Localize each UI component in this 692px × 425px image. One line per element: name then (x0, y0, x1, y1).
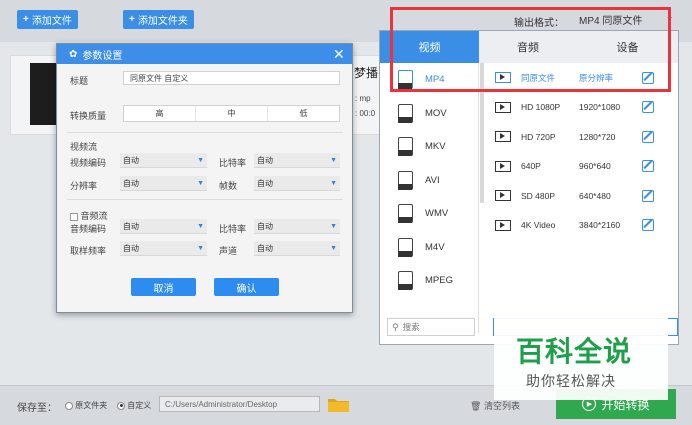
resolution-row[interactable]: HD 720P 1280*720 (484, 122, 679, 152)
video-file-icon (398, 103, 413, 123)
search-input[interactable]: ⚲ 搜索 (387, 318, 475, 336)
dialog-titlebar: ✿ 参数设置 (57, 44, 352, 64)
quality-high[interactable]: 高 (124, 106, 196, 121)
highlight-box (390, 7, 671, 92)
chevron-down-icon: ▼ (197, 156, 204, 164)
audio-codec-select[interactable]: 自动 ▼ (120, 219, 207, 234)
video-thumbnail (30, 63, 58, 125)
resolution-row[interactable]: SD 480P 640*480 (484, 181, 679, 211)
video-icon (495, 190, 511, 202)
radio-source[interactable] (65, 401, 73, 410)
video-icon (495, 219, 511, 231)
chevron-down-icon: ▼ (330, 179, 337, 187)
close-icon[interactable]: ✕ (333, 46, 345, 63)
chevron-down-icon: ▼ (330, 156, 337, 164)
resolution-row[interactable]: 640P 960*640 (484, 152, 679, 182)
video-codec-select[interactable]: 自动 ▼ (120, 153, 207, 168)
edit-icon[interactable] (642, 219, 654, 232)
video-file-icon (398, 170, 413, 190)
source-folder-option[interactable]: 原文件夹 (65, 400, 107, 411)
gear-icon: ✿ (69, 48, 78, 60)
cancel-button[interactable]: 取消 (131, 278, 196, 296)
samplerate-label: 取样频率 (70, 246, 107, 256)
watermark-sub: 助你轻松解决 (526, 373, 616, 389)
custom-folder-option[interactable]: 自定义 (117, 400, 151, 411)
divider (67, 199, 343, 200)
edit-icon[interactable] (642, 130, 654, 143)
resolution-select[interactable]: 自动 ▼ (120, 176, 207, 191)
audio-stream-checkbox[interactable] (70, 212, 78, 221)
edit-icon[interactable] (642, 189, 654, 202)
quality-selector[interactable]: 高 中 低 (123, 105, 340, 122)
audio-codec-label: 音频编码 (70, 224, 107, 234)
format-item-m4v[interactable]: M4V (380, 231, 478, 265)
video-icon (495, 101, 511, 113)
chevron-down-icon: ▼ (197, 179, 204, 187)
audio-stream-toggle[interactable]: 音频流 (70, 209, 108, 222)
file-meta-duration: : 00:0 (355, 109, 376, 118)
video-icon (495, 160, 511, 172)
add-file-button[interactable]: + 添加文件 (17, 10, 78, 29)
chevron-down-icon: ▼ (197, 222, 204, 230)
divider (67, 132, 343, 133)
chevron-down-icon: ▼ (330, 222, 337, 230)
watermark: 百科全说 助你轻松解决 (494, 316, 668, 400)
clear-list-button[interactable]: 🗑 清空列表 (470, 399, 520, 412)
watermark-brand: 百科全说 (516, 336, 633, 367)
format-list: MP4 MOV MKV AVI WMV M4V MPEG (380, 63, 479, 333)
video-file-icon (398, 271, 413, 291)
framerate-select[interactable]: 自动 ▼ (254, 176, 340, 191)
folder-icon[interactable] (328, 397, 349, 412)
edit-icon[interactable] (642, 101, 654, 114)
bitrate-label: 比特率 (219, 158, 247, 168)
video-codec-label: 视频编码 (70, 158, 107, 168)
settings-dialog: ✿ 参数设置 ✕ 标题 同原文件 自定义 转换质量 高 中 低 视频流 视频编码… (56, 43, 353, 313)
quality-low[interactable]: 低 (268, 106, 339, 121)
file-meta-format: : mp (355, 94, 371, 103)
chevron-down-icon: ▼ (330, 244, 337, 252)
resolution-row[interactable]: HD 1080P 1920*1080 (484, 93, 679, 123)
channel-label: 声道 (219, 246, 238, 256)
format-item-wmv[interactable]: WMV (380, 197, 478, 231)
audio-bitrate-label: 比特率 (219, 224, 247, 234)
title-input[interactable]: 同原文件 自定义 (123, 71, 340, 85)
add-folder-button[interactable]: + 添加文件夹 (123, 10, 194, 29)
confirm-button[interactable]: 确认 (214, 278, 279, 296)
quality-medium[interactable]: 中 (196, 106, 268, 121)
framerate-label: 帧数 (219, 181, 238, 191)
search-icon: ⚲ (392, 321, 399, 332)
radio-custom[interactable] (117, 401, 125, 410)
edit-icon[interactable] (642, 160, 654, 173)
output-path-input[interactable]: C:/Users/Administrator/Desktop (159, 396, 320, 412)
video-file-icon (398, 204, 413, 224)
video-file-icon (398, 237, 413, 257)
bitrate-select[interactable]: 自动 ▼ (254, 153, 340, 168)
save-to-label: 保存至： (17, 403, 57, 414)
format-item-mpeg[interactable]: MPEG (380, 264, 478, 298)
audio-bitrate-select[interactable]: 自动 ▼ (254, 219, 340, 234)
format-item-mkv[interactable]: MKV (380, 130, 478, 164)
file-name: 梦播 (354, 66, 379, 80)
video-stream-heading: 视频流 (70, 142, 98, 152)
samplerate-select[interactable]: 自动 ▼ (120, 241, 207, 256)
format-item-mov[interactable]: MOV (380, 97, 478, 131)
resolution-label: 分辨率 (70, 181, 98, 191)
format-item-avi[interactable]: AVI (380, 164, 478, 198)
title-label: 标题 (70, 76, 89, 86)
video-file-icon (398, 137, 413, 157)
video-icon (495, 131, 511, 143)
trash-icon: 🗑 (470, 401, 482, 411)
quality-label: 转换质量 (70, 111, 107, 121)
resolution-row[interactable]: 4K Video 3840*2160 (484, 211, 679, 241)
chevron-down-icon: ▼ (197, 244, 204, 252)
channel-select[interactable]: 自动 ▼ (254, 241, 340, 256)
plus-icon: + (23, 14, 29, 25)
dialog-title: 参数设置 (82, 50, 123, 62)
plus-icon: + (129, 14, 135, 25)
